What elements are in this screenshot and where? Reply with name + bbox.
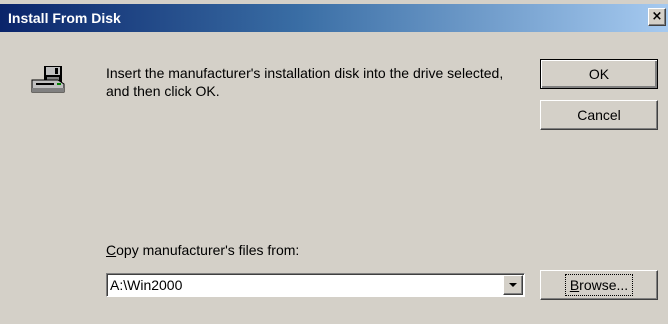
floppy-disk-drive-icon — [31, 66, 65, 93]
dropdown-arrow-icon[interactable] — [503, 275, 523, 295]
close-icon: × — [651, 9, 663, 24]
cancel-button[interactable]: Cancel — [540, 100, 658, 130]
browse-label: rowse... — [579, 277, 629, 293]
browse-accelerator: B — [569, 277, 580, 293]
window-title: Install From Disk — [8, 10, 121, 26]
copy-from-path-input[interactable]: A:\Win2000 — [110, 277, 182, 293]
copy-from-label: Copy manufacturer's files from: — [106, 242, 299, 258]
copy-from-combobox[interactable]: A:\Win2000 — [106, 273, 525, 297]
copy-from-label-accelerator: C — [106, 242, 117, 258]
ok-button[interactable]: OK — [540, 59, 658, 89]
title-bar[interactable]: Install From Disk × — [0, 4, 668, 32]
copy-from-label-text: opy manufacturer's files from: — [116, 242, 300, 258]
close-button[interactable]: × — [648, 8, 666, 26]
install-from-disk-dialog: Install From Disk × Insert the manufactu… — [0, 0, 668, 324]
instruction-message: Insert the manufacturer's installation d… — [106, 65, 504, 99]
browse-button-focus: Browse... — [564, 274, 634, 296]
browse-button[interactable]: Browse... — [540, 270, 658, 300]
